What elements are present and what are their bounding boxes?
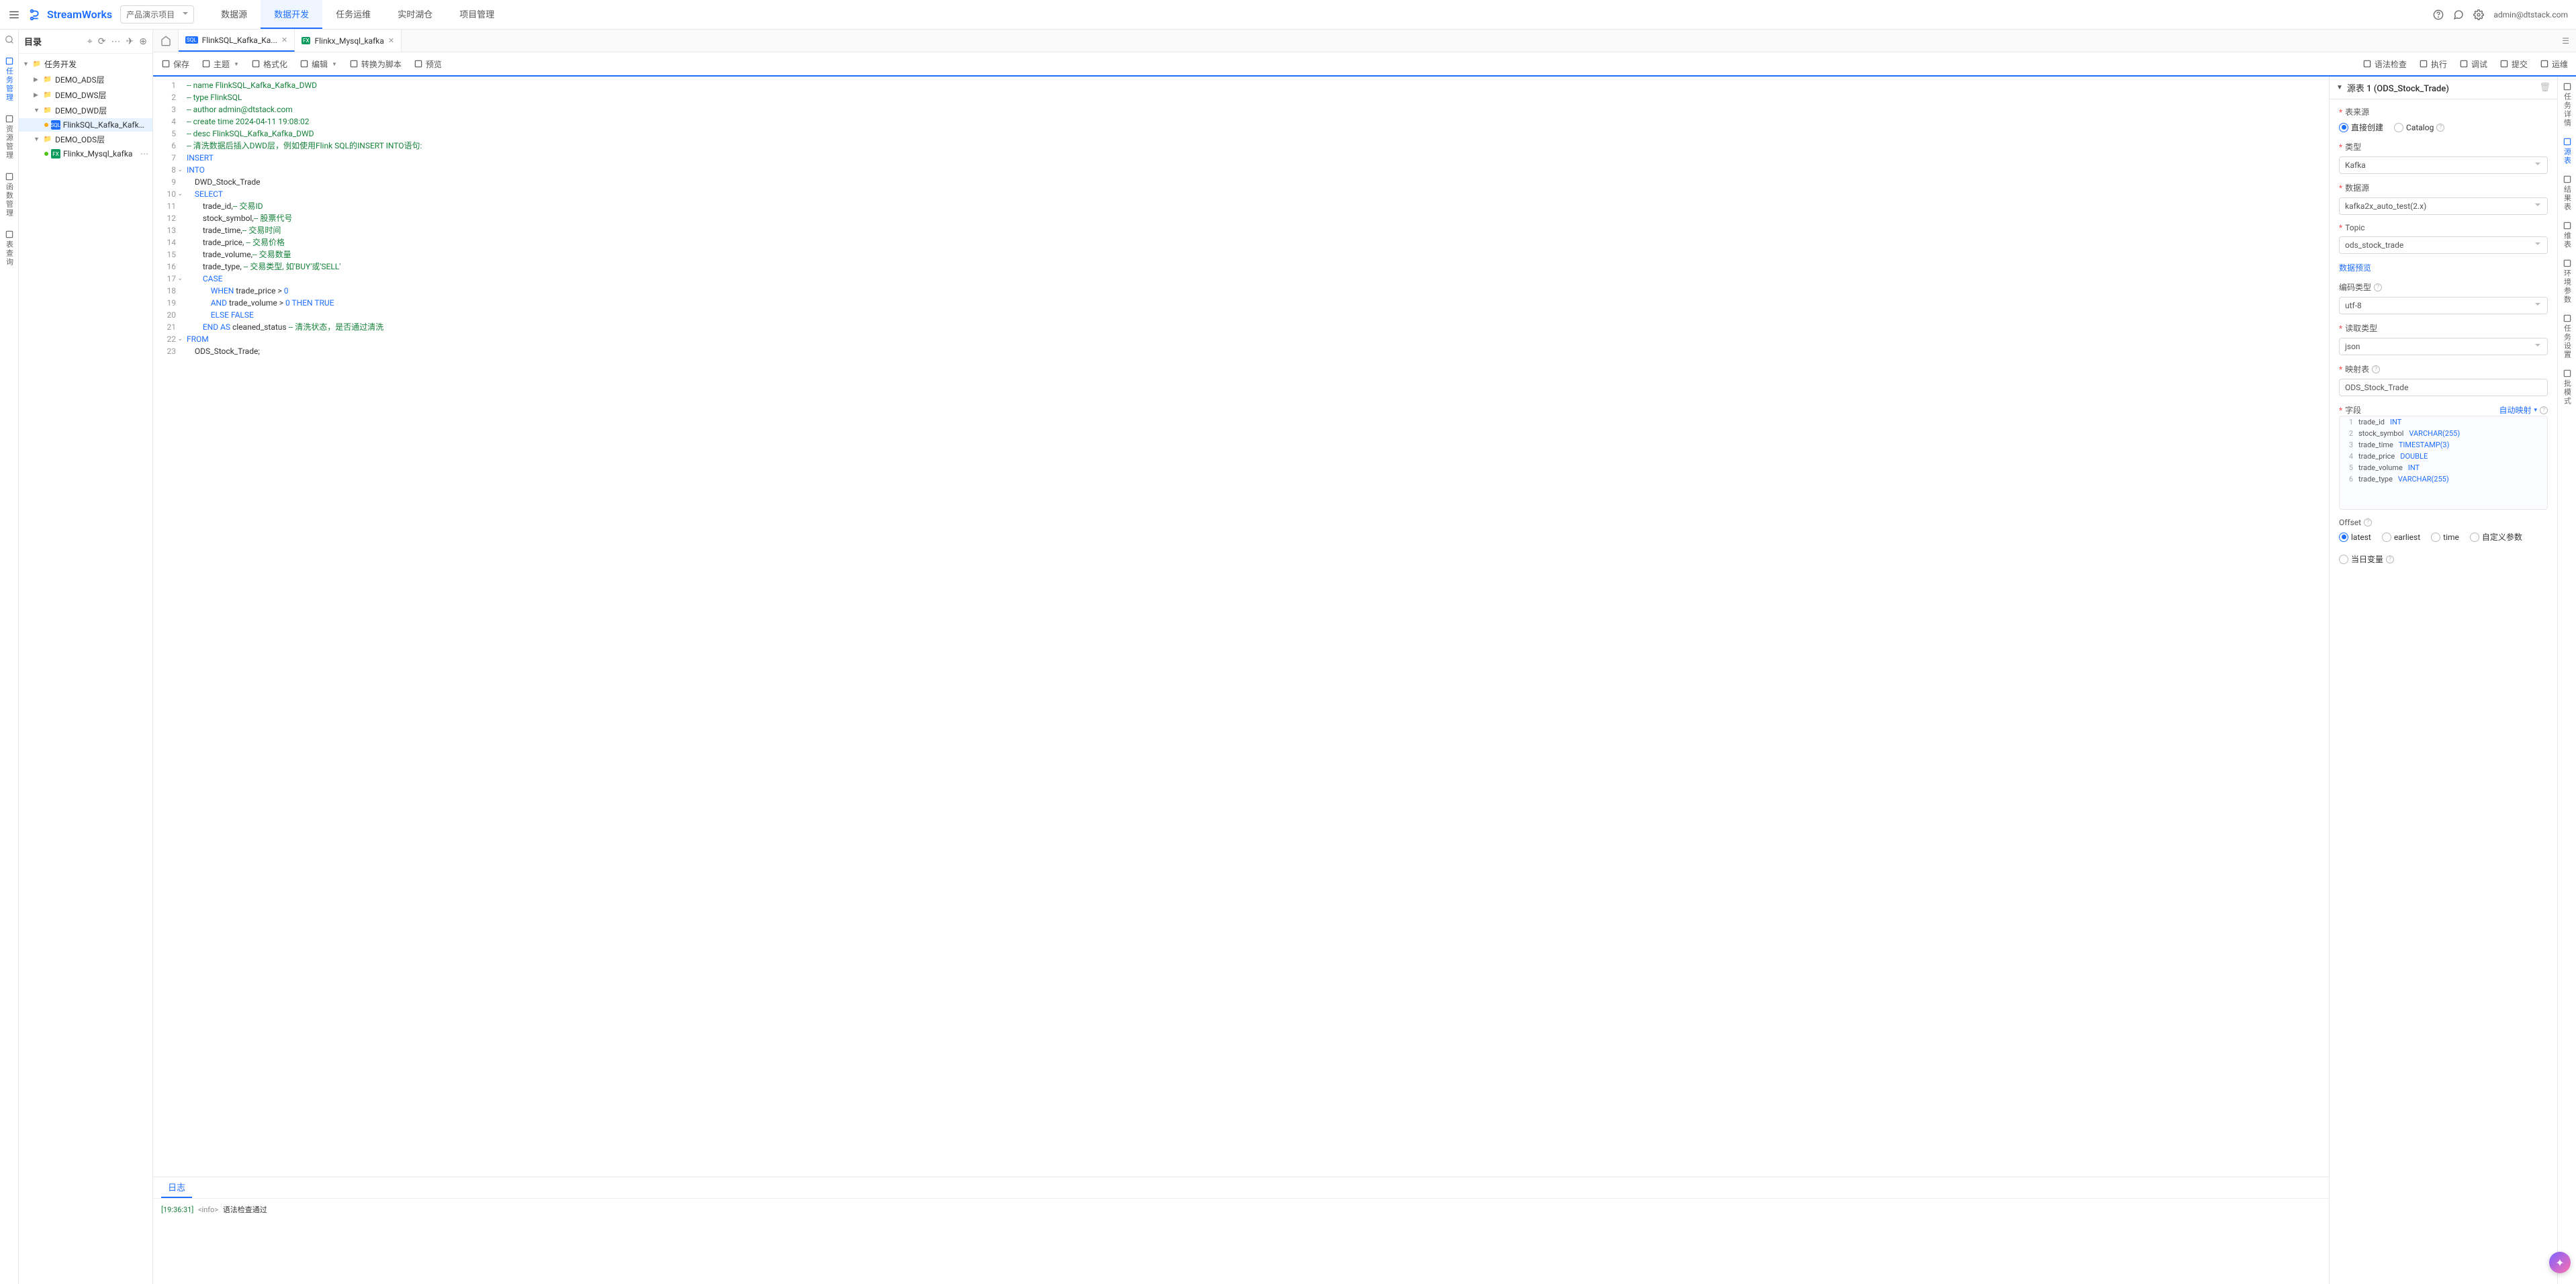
add-icon[interactable]: ⊕	[139, 36, 147, 47]
offset-radio[interactable]: 自定义参数	[2470, 531, 2522, 543]
file-tabs: SQLFlinkSQL_Kafka_Ka...✕FXFlinkx_Mysql_k…	[153, 30, 2576, 52]
right-rail-item[interactable]: 维表	[2561, 221, 2574, 249]
log-tab[interactable]: 日志	[161, 1177, 192, 1198]
delete-icon[interactable]: 🗑	[2539, 83, 2550, 93]
log-body: [19:36:31] <info> 语法检查通过	[153, 1199, 2329, 1284]
toolbar-convert-button[interactable]: 转换为脚本	[349, 58, 402, 70]
more-icon[interactable]: ⋯	[111, 36, 121, 47]
nav-tab-4[interactable]: 项目管理	[446, 0, 508, 29]
readtype-select[interactable]: json	[2339, 338, 2548, 355]
brand-logo: StreamWorks	[28, 7, 112, 22]
home-tab[interactable]	[153, 30, 179, 52]
user-email[interactable]: admin@dtstack.com	[2493, 10, 2568, 19]
help-icon[interactable]: ?	[2372, 365, 2380, 373]
workspace: SQLFlinkSQL_Kafka_Ka...✕FXFlinkx_Mysql_k…	[153, 30, 2576, 1284]
tree-node[interactable]: SQLFlinkSQL_Kafka_Kafka_...	[19, 118, 152, 132]
assistant-fab[interactable]: ✦	[2549, 1252, 2571, 1273]
toolbar-save-button[interactable]: 保存	[161, 58, 189, 70]
toolbar-edit-button[interactable]: 编辑▼	[300, 58, 337, 70]
top-header: StreamWorks 产品演示项目 数据源数据开发任务运维实时湖仓项目管理 a…	[0, 0, 2576, 30]
toolbar-preview-button[interactable]: 预览	[414, 58, 442, 70]
toolbar-check-button[interactable]: 语法检查	[2362, 58, 2407, 70]
toolbar-debug-button[interactable]: 调试	[2459, 58, 2487, 70]
help-icon[interactable]: ?	[2540, 406, 2548, 414]
toolbar-ops-button[interactable]: 运维	[2540, 58, 2568, 70]
code-editor[interactable]: 12345678⌄910⌄11121314151617⌄1819202122⌄2…	[153, 77, 2329, 1177]
tree-node[interactable]: FXFlinkx_Mysql_kafka⋯	[19, 147, 152, 160]
tree-title: 目录	[24, 35, 42, 48]
search-icon[interactable]	[5, 35, 14, 44]
refresh-icon[interactable]: ⟳	[98, 36, 106, 47]
help-icon[interactable]: ?	[2364, 518, 2372, 526]
config-panel: ▼ 源表 1 (ODS_Stock_Trade) 🗑 *表来源 直接创建Cata…	[2329, 77, 2557, 1284]
auto-map-link[interactable]: 自动映射	[2499, 404, 2531, 416]
toolbar-format-button[interactable]: 格式化	[251, 58, 287, 70]
message-icon[interactable]	[2453, 9, 2464, 20]
tree-node[interactable]: ▶📁DEMO_ADS层	[19, 72, 152, 87]
source-radio[interactable]: 直接创建	[2339, 122, 2383, 133]
datasource-select[interactable]: kafka2x_auto_test(2.x)	[2339, 197, 2548, 215]
toolbar-theme-button[interactable]: 主题▼	[201, 58, 239, 70]
file-tab[interactable]: FXFlinkx_Mysql_kafka✕	[295, 30, 402, 52]
offset-radio[interactable]: 当日变量?	[2339, 553, 2394, 565]
send-icon[interactable]: ✈	[126, 36, 134, 47]
field-list[interactable]: 1trade_id INT2stock_symbol VARCHAR(255)3…	[2339, 416, 2548, 510]
right-rail-item[interactable]: 环境参数	[2561, 259, 2574, 304]
nav-tab-1[interactable]: 数据开发	[261, 0, 322, 29]
preview-link[interactable]: 数据预览	[2339, 263, 2371, 273]
nav-tab-3[interactable]: 实时湖仓	[384, 0, 446, 29]
help-icon[interactable]: ?	[2374, 283, 2382, 291]
left-rail-item[interactable]: 资源管理	[3, 114, 16, 160]
offset-radio[interactable]: time	[2431, 533, 2459, 542]
close-icon[interactable]: ✕	[388, 36, 394, 45]
tabs-menu-icon[interactable]: ☰	[2562, 36, 2569, 46]
left-rail-item[interactable]: 函数管理	[3, 172, 16, 218]
tree-panel: 目录 ⌖ ⟳ ⋯ ✈ ⊕ ▼📁任务开发▶📁DEMO_ADS层▶📁DEMO_DWS…	[19, 30, 153, 1284]
project-selector[interactable]: 产品演示项目	[120, 5, 194, 24]
source-radio[interactable]: Catalog?	[2394, 123, 2444, 132]
tree-node[interactable]: ▶📁DEMO_DWS层	[19, 87, 152, 103]
left-rail: 任务管理资源管理函数管理表查询	[0, 30, 19, 1284]
offset-radio[interactable]: earliest	[2382, 533, 2420, 542]
toolbar-run-button[interactable]: 执行	[2419, 58, 2447, 70]
locate-icon[interactable]: ⌖	[87, 36, 93, 47]
offset-radio[interactable]: latest	[2339, 533, 2371, 542]
right-rail-item[interactable]: 批模式	[2561, 369, 2574, 406]
left-rail-item[interactable]: 表查询	[3, 230, 16, 267]
maptable-input[interactable]: ODS_Stock_Trade	[2339, 379, 2548, 396]
tree-node[interactable]: ▼📁DEMO_ODS层	[19, 132, 152, 147]
menu-icon[interactable]	[8, 9, 20, 21]
brand-name: StreamWorks	[47, 8, 112, 21]
nav-tab-2[interactable]: 任务运维	[322, 0, 384, 29]
nav-tabs: 数据源数据开发任务运维实时湖仓项目管理	[208, 0, 508, 29]
right-rail: 任务详情源表结果表维表环境参数任务设置批模式	[2557, 77, 2576, 1284]
left-rail-item[interactable]: 任务管理	[3, 56, 16, 102]
close-icon[interactable]: ✕	[281, 36, 287, 44]
file-tab[interactable]: SQLFlinkSQL_Kafka_Ka...✕	[179, 30, 295, 52]
right-rail-item[interactable]: 源表	[2561, 137, 2574, 165]
settings-icon[interactable]	[2473, 9, 2484, 20]
toolbar: 保存主题▼ 格式化 编辑▼ 转换为脚本预览 语法检查执行调试提交运维	[153, 52, 2576, 77]
type-select[interactable]: Kafka	[2339, 156, 2548, 174]
right-rail-item[interactable]: 任务详情	[2561, 82, 2574, 128]
toolbar-submit-button[interactable]: 提交	[2499, 58, 2528, 70]
help-icon[interactable]	[2433, 9, 2444, 20]
right-rail-item[interactable]: 结果表	[2561, 175, 2574, 212]
log-panel: 日志 [19:36:31] <info> 语法检查通过	[153, 1177, 2329, 1284]
nav-tab-0[interactable]: 数据源	[208, 0, 261, 29]
tree-root[interactable]: ▼📁任务开发	[19, 56, 152, 72]
topic-select[interactable]: ods_stock_trade	[2339, 236, 2548, 254]
config-title: 源表 1 (ODS_Stock_Trade)	[2347, 81, 2449, 94]
tree-node[interactable]: ▼📁DEMO_DWD层	[19, 103, 152, 118]
encode-select[interactable]: utf-8	[2339, 297, 2548, 314]
collapse-icon[interactable]: ▼	[2336, 84, 2343, 91]
right-rail-item[interactable]: 任务设置	[2561, 314, 2574, 359]
